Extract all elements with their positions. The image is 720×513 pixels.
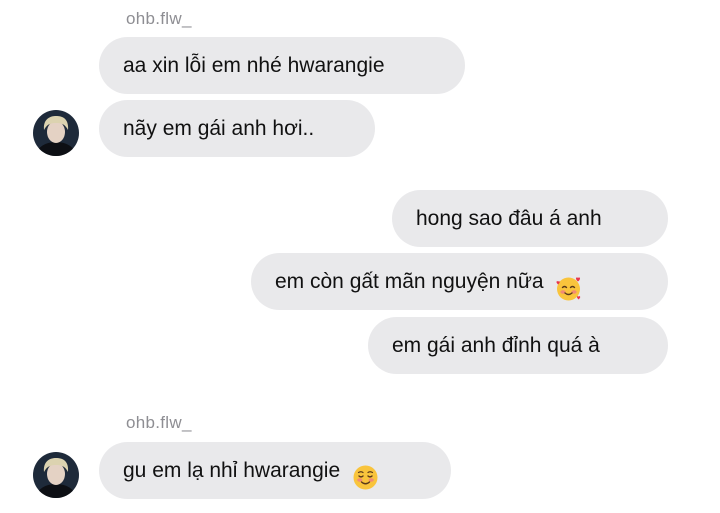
message-text: em còn gất mãn nguyện nữa [275, 270, 544, 293]
message-bubble[interactable]: hong sao đâu á anh [392, 190, 668, 247]
smiling-face-icon [352, 456, 379, 490]
sender-name: ohb.flw_ [126, 413, 192, 432]
sender-name: ohb.flw_ [126, 9, 192, 28]
message-bubble[interactable]: em còn gất mãn nguyện nữa [251, 253, 668, 310]
message-text: aa xin lỗi em nhé hwarangie [123, 54, 385, 77]
avatar-image [33, 110, 79, 156]
smiling-face-with-hearts-icon [555, 267, 582, 301]
message-bubble[interactable]: em gái anh đỉnh quá à [368, 317, 668, 374]
message-text: nãy em gái anh hơi.. [123, 117, 315, 140]
message-text: gu em lạ nhỉ hwarangie [123, 459, 341, 482]
message-bubble[interactable]: aa xin lỗi em nhé hwarangie [99, 37, 465, 94]
avatar[interactable] [33, 110, 79, 156]
message-bubble[interactable]: gu em lạ nhỉ hwarangie [99, 442, 451, 499]
message-bubble[interactable]: nãy em gái anh hơi.. [99, 100, 375, 157]
avatar[interactable] [33, 452, 79, 498]
message-text: em gái anh đỉnh quá à [392, 334, 600, 357]
message-text: hong sao đâu á anh [416, 207, 602, 230]
avatar-image [33, 452, 79, 498]
